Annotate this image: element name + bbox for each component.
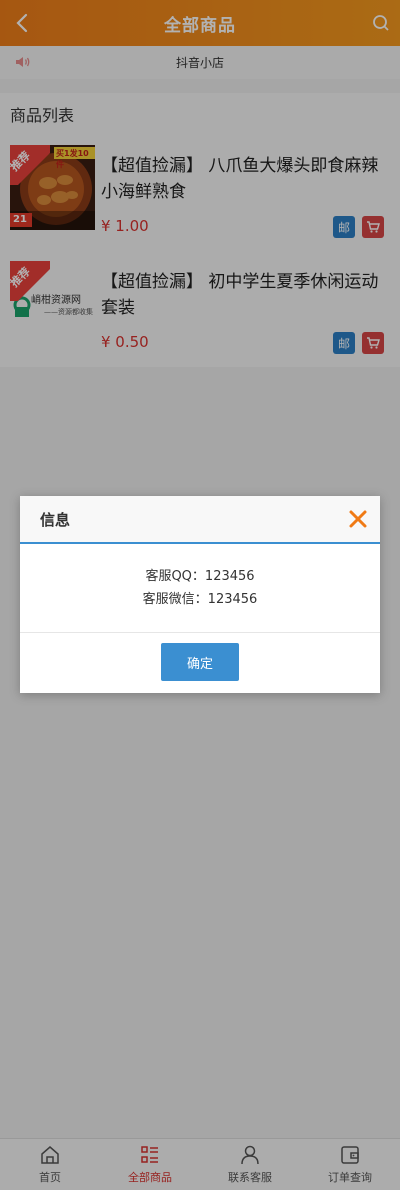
service-wechat: 客服微信：123456	[142, 592, 258, 607]
dialog-footer: 确定	[20, 633, 380, 691]
confirm-button[interactable]: 确定	[161, 643, 239, 681]
dialog-header: 信息	[20, 496, 380, 544]
dialog-close-button[interactable]	[348, 509, 368, 529]
info-dialog: 信息 客服QQ：123456 客服微信：123456 确定	[20, 496, 380, 693]
dialog-body: 客服QQ：123456 客服微信：123456	[20, 544, 380, 633]
dialog-title: 信息	[40, 510, 71, 529]
service-qq: 客服QQ：123456	[145, 569, 255, 584]
close-icon	[349, 510, 367, 528]
